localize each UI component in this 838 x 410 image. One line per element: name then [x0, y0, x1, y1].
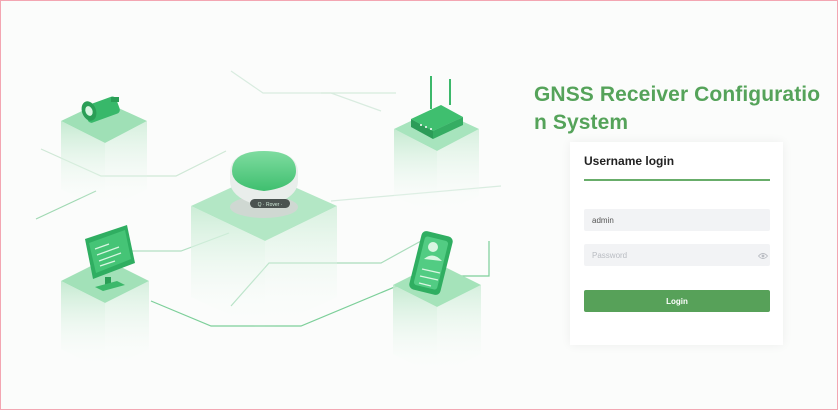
- network-illustration: Q · Rover ·: [35, 70, 502, 376]
- login-card: Username login Login: [570, 142, 783, 345]
- heading-underline: [584, 179, 770, 181]
- password-input[interactable]: [584, 244, 770, 266]
- monitor-pedestal: [61, 259, 149, 371]
- username-input[interactable]: [584, 209, 770, 231]
- login-button[interactable]: Login: [584, 290, 770, 312]
- show-password-icon[interactable]: [758, 252, 768, 260]
- login-heading: Username login: [584, 154, 675, 168]
- svg-text:Q · Rover ·: Q · Rover ·: [258, 202, 283, 208]
- page-title: GNSS Receiver Configuratio n System: [534, 83, 821, 134]
- gnss-receiver-icon: Q · Rover ·: [230, 151, 298, 218]
- login-page: Q · Rover · GNSS Receiver Configuratio n…: [0, 0, 838, 410]
